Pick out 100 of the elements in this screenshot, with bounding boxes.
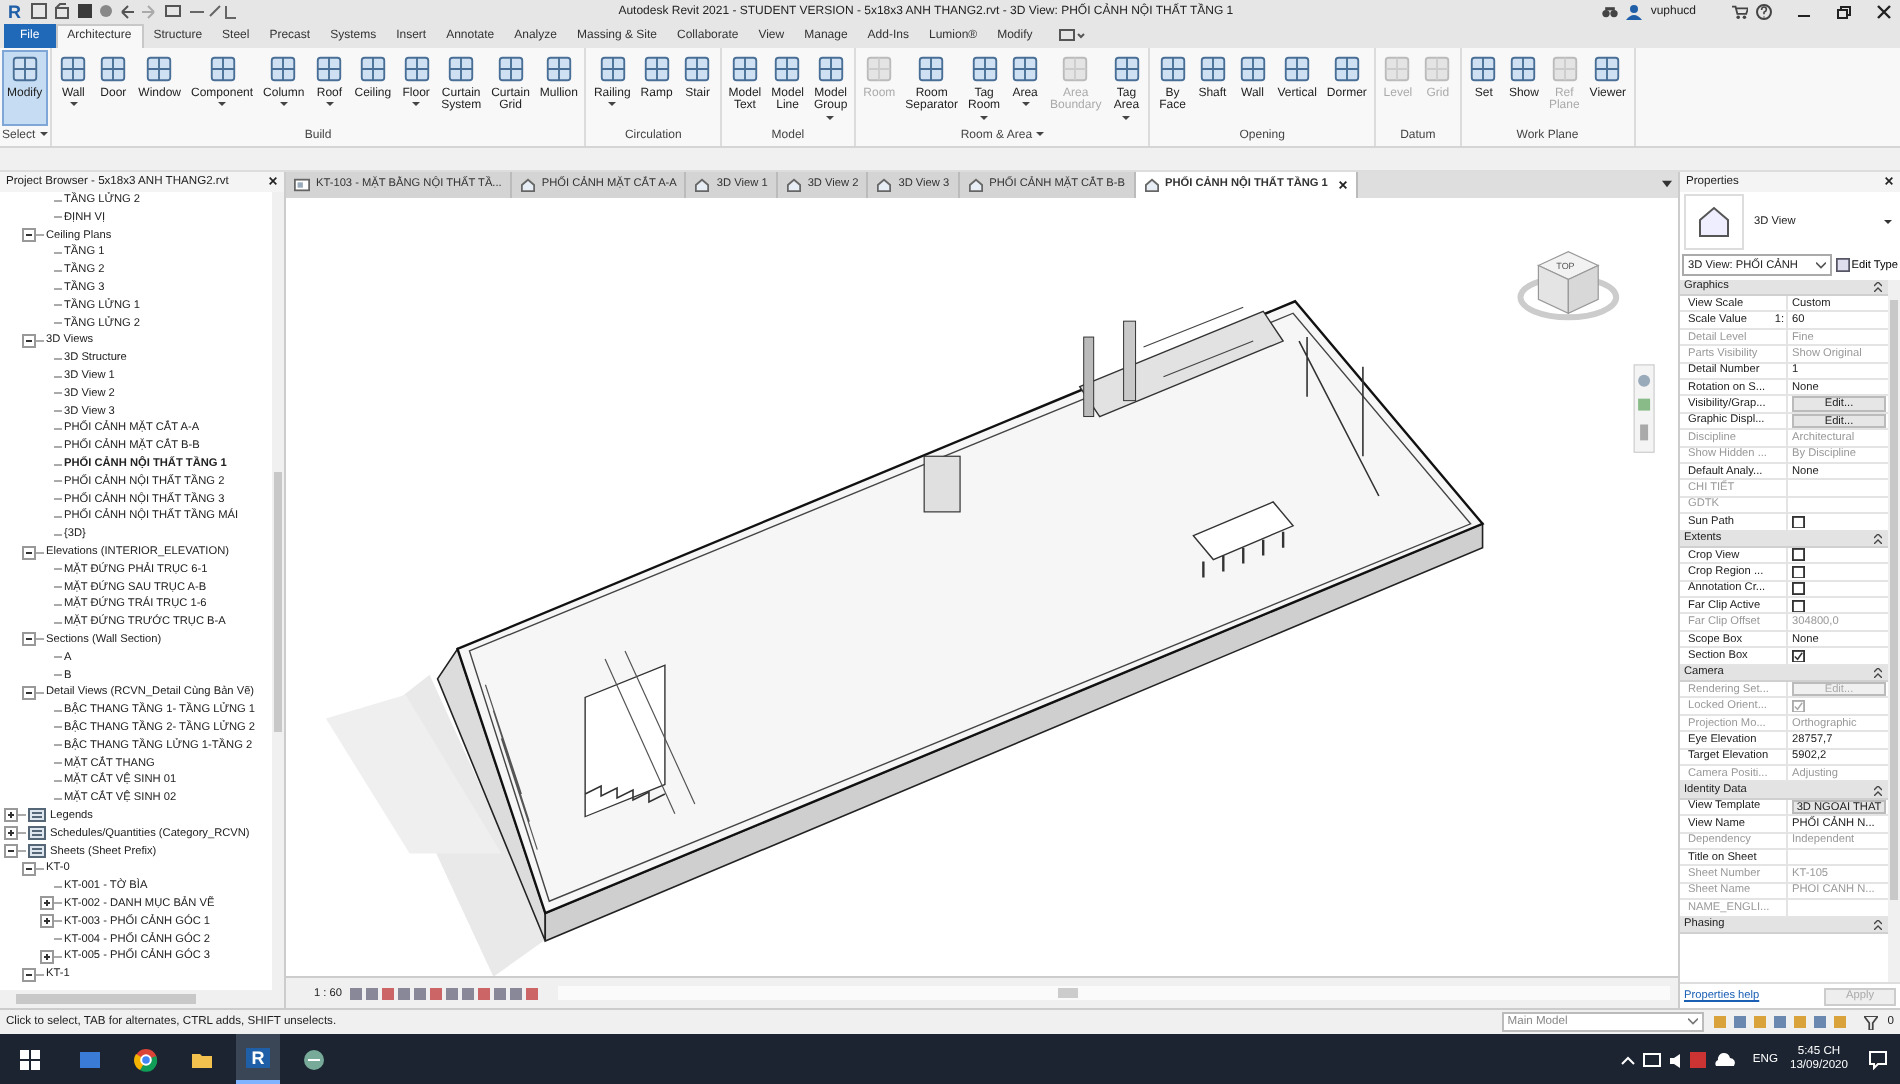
close-icon[interactable] [1884,176,1894,187]
tool-icon [1422,53,1453,84]
house-icon [876,177,893,192]
tool-icon [495,53,526,84]
caret-icon [826,115,835,119]
caret-icon [39,132,48,137]
scrollbar[interactable] [0,990,284,1009]
house-icon [785,177,802,192]
tool-icon [58,53,89,84]
user-icon[interactable] [1626,3,1643,20]
close-icon[interactable] [268,176,278,187]
caret-icon [325,102,334,107]
panel-toggle-icon[interactable] [1058,28,1087,43]
house-icon [1143,177,1159,192]
checkbox[interactable] [1792,548,1805,562]
tool-icon [268,53,299,84]
view-cube-icon[interactable] [1517,250,1620,320]
notification-icon[interactable] [1868,1049,1888,1069]
folder-list-icon [28,808,46,823]
collapse-icon[interactable] [22,685,36,700]
tool-icon [1592,53,1623,84]
restore-icon[interactable] [1836,3,1852,20]
collapse-icon[interactable] [1874,281,1882,292]
tool-icon [772,53,803,84]
collapse-icon[interactable] [4,844,18,859]
collapse-icon[interactable] [22,545,36,559]
expand-icon[interactable] [4,826,18,841]
tool-icon [543,53,574,84]
checkbox[interactable] [1792,565,1805,579]
collapse-icon[interactable] [1874,667,1882,678]
tool-icon [815,53,846,84]
checkbox[interactable] [1792,649,1805,663]
tool-icon [1111,53,1142,84]
tool-icon [1549,53,1580,84]
expand-icon[interactable] [40,949,54,964]
checkbox[interactable] [1792,599,1805,613]
collapse-icon[interactable] [1874,533,1882,544]
tray-icons-drawing[interactable] [1620,1049,1741,1069]
tool-icon [729,53,760,84]
collapse-icon[interactable] [22,967,36,982]
expand-icon[interactable] [40,914,54,929]
tool-icon [1282,53,1313,84]
collapse-icon[interactable] [22,861,36,876]
tool-icon [1157,53,1188,84]
taskbar-button[interactable]: R [236,1034,280,1084]
app-logo: R [245,1047,271,1067]
tool-icon [144,53,175,84]
house-icon [694,177,711,192]
tool-icon [1060,53,1091,84]
tablet-icon [78,1047,102,1071]
caret-icon[interactable] [1884,219,1892,224]
folder-list-icon [28,844,46,859]
caret-icon [1687,1018,1698,1027]
tool-icon [969,53,1000,84]
scrollbar[interactable] [558,986,1670,1001]
caret-icon [279,102,288,107]
scrollbar[interactable] [272,191,284,991]
collapse-icon[interactable] [1874,785,1882,796]
caret-icon [1036,132,1045,137]
caret-icon [69,102,78,107]
caret-icon [1122,115,1131,119]
help-icon[interactable] [1756,3,1772,20]
caret-icon[interactable] [1662,180,1672,189]
tool-icon [357,53,388,84]
caret-icon [1815,261,1826,270]
start-icon[interactable] [20,1049,40,1069]
caret-icon [980,115,989,119]
tool-icon [641,53,672,84]
tool-icon [314,53,345,84]
close-icon[interactable] [1876,3,1892,20]
folder-list-icon [28,826,46,841]
tool-icon [864,53,895,84]
expand-icon[interactable] [4,808,18,823]
tool-icon [1010,53,1041,84]
caret-icon [608,102,617,107]
edit-type-icon [1835,258,1850,273]
collapse-icon[interactable] [22,228,36,243]
binoculars-icon[interactable] [1602,3,1619,20]
tool-icon [446,53,477,84]
collapse-icon[interactable] [22,333,36,348]
tool-icon [1382,53,1413,84]
browser-icon [134,1047,158,1071]
cart-icon[interactable] [1732,3,1748,20]
tool-icon [1197,53,1228,84]
collapse-icon[interactable] [22,632,36,647]
collapse-icon[interactable] [1874,919,1882,930]
checkbox[interactable] [1792,515,1805,529]
tool-icon [682,53,713,84]
filter-icon[interactable] [1863,1015,1878,1030]
tool-icon [207,53,238,84]
checkbox[interactable] [1792,582,1805,596]
tool-icon [1508,53,1539,84]
tool-icon [401,53,432,84]
circle-app-icon [302,1047,326,1071]
app-logo[interactable]: R [8,1,21,22]
caret-icon [412,102,421,107]
expand-icon[interactable] [40,896,54,911]
tool-icon [916,53,947,84]
close-icon[interactable] [1337,179,1348,190]
scrollbar[interactable] [1888,279,1900,983]
